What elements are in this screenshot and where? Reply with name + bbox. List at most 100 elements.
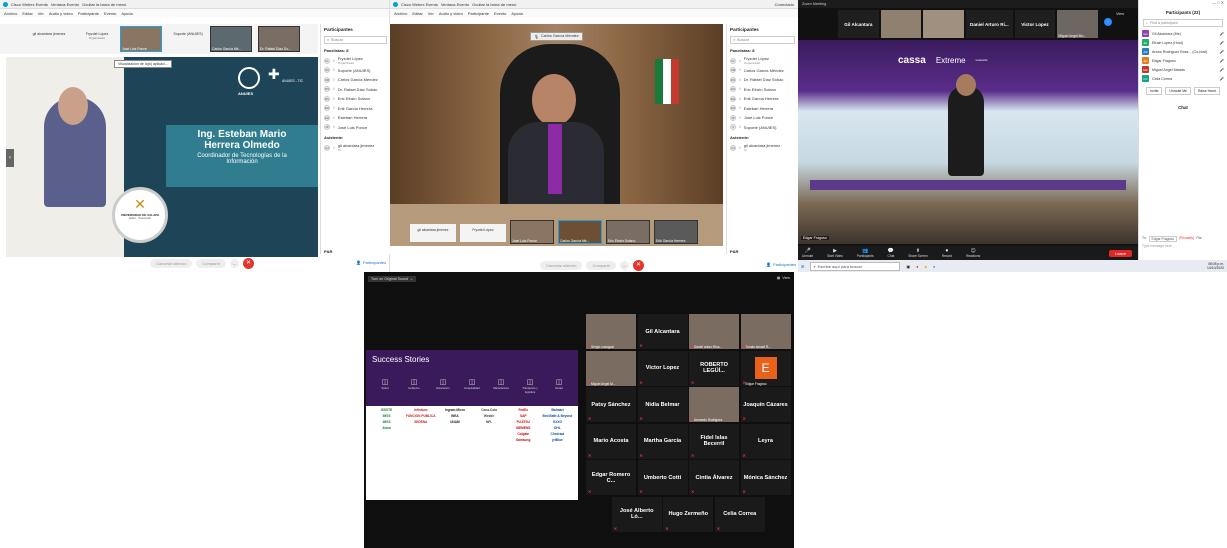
end-call-button[interactable]: ✕ — [243, 258, 255, 269]
leave-button[interactable]: Leave — [1109, 249, 1132, 257]
participant-row[interactable]: GA Gil Alcantara (Me) 🎤 — [1139, 29, 1227, 38]
gallery-tile[interactable]: Leyra ✕ — [740, 423, 791, 459]
share-button[interactable]: Compartir — [196, 259, 227, 268]
qa-header[interactable]: P&R — [730, 249, 738, 254]
menu-audio-video[interactable]: Audio y video — [49, 11, 73, 16]
panelists-header[interactable]: Panelistas: 8 — [321, 45, 390, 56]
toolbar-button[interactable]: 💬 Chat — [888, 248, 895, 258]
toolbar-button[interactable]: ☺ Reactions — [966, 248, 980, 258]
participant-row[interactable]: ES ◊ Eric Efraín Solano — [321, 94, 390, 104]
participant-row[interactable]: S ◊ Soporte (ANUIES) — [727, 123, 798, 133]
gallery-tile[interactable]: Victor Lopez ✕ — [637, 350, 688, 386]
menu-view[interactable]: Ver — [428, 11, 434, 16]
gallery-tile[interactable]: Miguel Angel M... ✕ — [586, 350, 636, 386]
thumb-5[interactable]: Carlos García Mé... — [210, 26, 252, 52]
toolbar-button[interactable]: 👥 Participants — [857, 248, 874, 258]
chat-file-button[interactable]: File — [1196, 236, 1201, 242]
tab-event-window[interactable]: Ventana Evento — [441, 2, 469, 7]
participant-row[interactable]: JP ◊ José Luis Ponce — [321, 123, 390, 133]
gallery-tile[interactable]: Hugo Zermeño ✕ — [663, 496, 714, 532]
participant-row[interactable]: MA Miguel Angel Macias 🎤 — [1139, 65, 1227, 74]
gallery-tile[interactable]: Fidel Islas Becerril ✕ — [689, 423, 739, 459]
participant-row[interactable]: EF Edgar Fragoso 🎤 — [1139, 56, 1227, 65]
participant-row[interactable]: EH ◊ Esteban Herrera — [321, 113, 390, 123]
view-button[interactable]: View — [1116, 12, 1124, 16]
qa-header[interactable]: P&R — [324, 249, 332, 254]
menu-edit[interactable]: Editar — [22, 11, 32, 16]
participant-row[interactable]: DS ◊ Dr. Rafael Díaz Sobac — [727, 75, 798, 85]
menu-view[interactable]: Ver — [38, 11, 44, 16]
gallery-tile[interactable]: Cintia Álvarez ✕ — [689, 460, 739, 495]
top-tile-4[interactable]: Daniel Arturo Ri... — [966, 10, 1013, 38]
attendees-header[interactable]: Asistente: — [321, 132, 390, 143]
menu-help[interactable]: Ayuda — [121, 11, 132, 16]
strip-tile-4[interactable]: Carlos García Mé... — [558, 220, 602, 244]
strip-tile-5[interactable]: Eric Efraín Solano — [606, 220, 650, 244]
attendees-header[interactable]: Asistente: — [727, 132, 798, 143]
participant-row[interactable]: EH ◊ Esteban Herrera — [727, 104, 798, 114]
gallery-tile[interactable]: Tomás Ismael R... ✕ — [740, 314, 791, 349]
thumb-3[interactable]: José Luis Ponce — [120, 26, 162, 52]
next-page-icon[interactable]: › — [1104, 18, 1112, 26]
participant-row[interactable]: JP ◊ José Luis Ponce — [727, 113, 798, 123]
participant-row[interactable]: CC Celia Correa 🎤 — [1139, 74, 1227, 83]
participants-toggle-button[interactable]: 👤 Participantes — [356, 260, 386, 265]
gallery-tile[interactable]: Edgar Romero C... ✕ — [586, 460, 636, 495]
gallery-tile[interactable]: Gil Alcantara ✕ — [637, 314, 688, 349]
task-view-icon[interactable]: ▣ — [906, 264, 910, 269]
thumb-4[interactable]: Soporte (ANUIES) — [168, 32, 208, 50]
menu-event[interactable]: Evento — [104, 11, 116, 16]
participant-row[interactable]: EH ◊ Erik García Herrera — [321, 104, 390, 114]
gallery-tile[interactable]: E Edgar Fragoso ✕ — [740, 350, 791, 386]
strip-tile-6[interactable]: Erik García Herrera — [654, 220, 698, 244]
toolbar-button[interactable]: ⬆ Share Screen — [908, 248, 928, 258]
unmute-me-button[interactable]: Unmute Me — [1165, 87, 1191, 95]
menu-event[interactable]: Evento — [494, 11, 506, 16]
tab-events[interactable]: Cisco Webex Events — [401, 2, 438, 7]
chrome-icon[interactable]: ● — [916, 264, 918, 269]
participant-row[interactable]: DS ◊ Dr. Rafael Díaz Sobac — [321, 85, 390, 95]
mute-button[interactable]: Cancelar silencio — [540, 261, 583, 270]
menu-audio-video[interactable]: Audio y video — [439, 11, 463, 16]
participant-row[interactable]: SA ◊ Soporte (ANUIES) — [321, 66, 390, 76]
participant-row[interactable]: EL Efrain Lopez (Host) 🎤 — [1139, 38, 1227, 47]
view-button[interactable]: ▦ View — [777, 276, 790, 280]
participant-row[interactable]: EH ◊ Erik García Herrera — [727, 94, 798, 104]
participants-toggle-button[interactable]: 👤 Participantes — [766, 262, 796, 267]
toolbar-button[interactable]: ⏺ Record — [942, 248, 952, 258]
gallery-tile[interactable]: Martha García ✕ — [637, 423, 688, 459]
gallery-tile[interactable]: ROBERTO LEGÜÍ... ✕ — [689, 350, 739, 386]
participant-row[interactable]: GJ ◊ gil alcantara jimenez Yo — [321, 143, 390, 153]
top-tile-3[interactable] — [923, 10, 965, 38]
gallery-tile[interactable]: Armando Rodriguez ✕ — [689, 387, 739, 422]
search-input[interactable]: ⌕ Buscar — [730, 36, 795, 44]
participant-row[interactable]: GJ ◊ gil alcantara jimenez Yo — [727, 143, 798, 153]
thumb-2[interactable]: Fryzdel López Organizador — [78, 32, 116, 50]
folder-icon[interactable]: ■ — [925, 264, 927, 269]
menu-file[interactable]: Archivo — [394, 11, 407, 16]
toolbar-button[interactable]: 🎤 Unmute — [802, 248, 813, 258]
zoom-app-icon[interactable]: ● — [933, 264, 935, 269]
gallery-tile[interactable]: Nidia Belmar ✕ — [637, 387, 688, 422]
gallery-tile[interactable]: Mario Acosta ✕ — [586, 423, 636, 459]
mute-button[interactable]: Cancelar silencio — [150, 259, 193, 268]
gallery-tile[interactable]: Joaquín Cázares ✕ — [740, 387, 791, 422]
strip-tile-3[interactable]: José Luis Ponce — [510, 220, 554, 244]
participant-row[interactable]: ES ◊ Eric Efraín Solano — [727, 85, 798, 95]
more-button[interactable]: … — [230, 259, 240, 268]
strip-tile-2[interactable]: Fryzdel López — [460, 224, 506, 242]
menu-help[interactable]: Ayuda — [511, 11, 522, 16]
top-tile-6[interactable]: Miguel Angel Mu... — [1057, 10, 1099, 38]
taskbar-search[interactable]: ⌕ Escribe aquí para buscar — [810, 261, 901, 271]
menu-participant[interactable]: Participante — [78, 11, 99, 16]
thumb-6[interactable]: Dr. Rafael Díaz So... — [258, 26, 300, 52]
menu-participant[interactable]: Participante — [468, 11, 489, 16]
gallery-tile[interactable]: Patsy Sánchez ✕ — [586, 387, 636, 422]
end-call-button[interactable]: ✕ — [633, 260, 645, 271]
menu-file[interactable]: Archivo — [4, 11, 17, 16]
share-button[interactable]: Compartir — [586, 261, 617, 270]
chat-message-input[interactable]: Type message here... — [1142, 244, 1175, 248]
more-button[interactable]: … — [620, 261, 630, 270]
thumb-1[interactable]: gil alcantara jimenez — [30, 32, 68, 50]
tab-hide-menu[interactable]: Ocultar la barra de menú — [82, 2, 126, 7]
